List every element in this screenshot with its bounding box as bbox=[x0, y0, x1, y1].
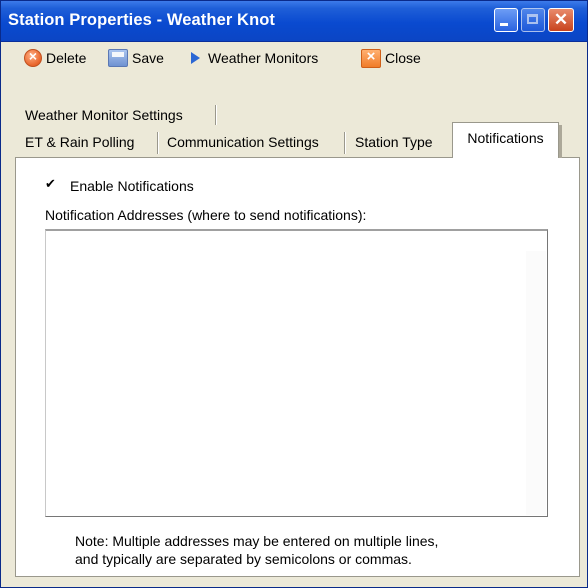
delete-label: Delete bbox=[46, 50, 87, 66]
textarea-scroll-area bbox=[526, 251, 546, 515]
enable-notifications-checkbox[interactable]: Enable Notifications bbox=[45, 176, 194, 196]
tab-shadow bbox=[559, 125, 562, 158]
close-label: Close bbox=[385, 50, 421, 66]
tab-separator bbox=[157, 132, 159, 154]
save-label: Save bbox=[132, 50, 164, 66]
station-properties-window: Station Properties - Weather Knot ✕ Dele… bbox=[0, 0, 588, 588]
tab-communication-settings[interactable]: Communication Settings bbox=[163, 130, 323, 154]
close-icon bbox=[361, 48, 381, 68]
addresses-label: Notification Addresses (where to send no… bbox=[45, 207, 367, 223]
tab-et-rain-polling[interactable]: ET & Rain Polling bbox=[21, 130, 138, 154]
note-line-1: Note: Multiple addresses may be entered … bbox=[75, 533, 439, 549]
minimize-button[interactable] bbox=[494, 8, 518, 32]
tab-station-type[interactable]: Station Type bbox=[351, 130, 437, 154]
enable-notifications-label: Enable Notifications bbox=[70, 178, 194, 194]
maximize-icon bbox=[527, 14, 538, 24]
tab-separator bbox=[215, 105, 217, 125]
weather-monitors-label: Weather Monitors bbox=[208, 50, 319, 66]
window-close-button[interactable]: ✕ bbox=[548, 8, 574, 32]
weather-monitors-button[interactable]: Weather Monitors bbox=[188, 42, 318, 74]
delete-icon bbox=[24, 48, 42, 67]
window-title: Station Properties - Weather Knot bbox=[8, 11, 276, 29]
window-close-icon: ✕ bbox=[553, 10, 569, 29]
tab-separator bbox=[344, 132, 346, 154]
save-icon bbox=[108, 49, 128, 67]
checkmark-icon[interactable] bbox=[45, 176, 58, 193]
delete-button[interactable]: Delete bbox=[24, 42, 86, 74]
play-arrow-icon bbox=[191, 52, 200, 64]
tab-notifications[interactable]: Notifications bbox=[452, 122, 559, 158]
toolbar: Delete Save Weather Monitors Close bbox=[1, 42, 587, 74]
save-button[interactable]: Save bbox=[108, 42, 164, 74]
tab-weather-monitor-settings[interactable]: Weather Monitor Settings bbox=[21, 103, 187, 127]
note-line-2: and typically are separated by semicolon… bbox=[75, 551, 412, 567]
maximize-button[interactable] bbox=[521, 8, 545, 32]
minimize-icon bbox=[500, 23, 508, 26]
addresses-field[interactable] bbox=[45, 229, 548, 517]
close-button[interactable]: Close bbox=[361, 42, 421, 74]
title-bar[interactable]: Station Properties - Weather Knot ✕ bbox=[1, 1, 587, 42]
note-text: Note: Multiple addresses may be entered … bbox=[75, 532, 438, 568]
